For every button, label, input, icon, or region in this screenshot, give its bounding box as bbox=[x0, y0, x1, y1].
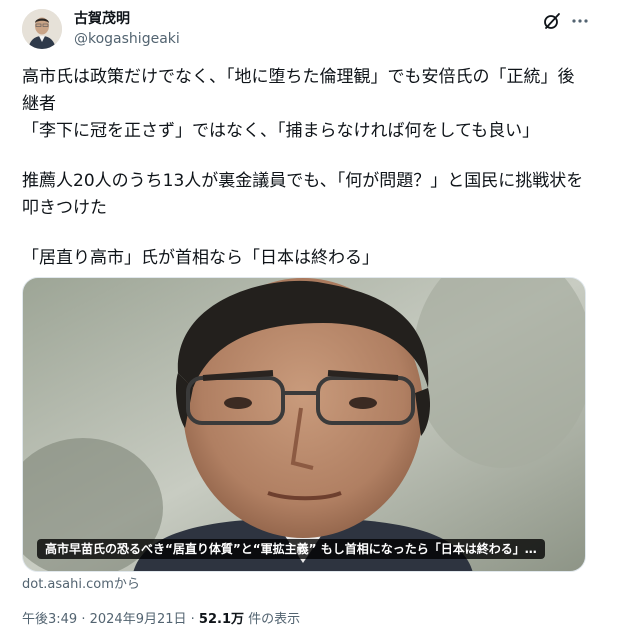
tweet-text: 高市氏は政策だけでなく、「地に堕ちた倫理観」でも安倍氏の「正統」後 継者 「李下… bbox=[22, 64, 597, 272]
tweet-date[interactable]: 2024年9月21日 bbox=[90, 612, 187, 627]
grok-icon[interactable] bbox=[542, 11, 562, 31]
tweet-line: 叩きつけた bbox=[22, 198, 107, 218]
author-name[interactable]: 古賀茂明 bbox=[74, 9, 130, 29]
views-count: 52.1万 bbox=[198, 612, 244, 627]
tweet-meta: 午後3:49 · 2024年9月21日 · 52.1万 件の表示 bbox=[22, 611, 300, 629]
tweet-line: 「李下に冠を正さず」ではなく、「捕まらなければ何をしても良い」 bbox=[22, 121, 540, 141]
tweet-time[interactable]: 午後3:49 bbox=[22, 612, 77, 627]
tweet-line: 継者 bbox=[22, 94, 56, 114]
meta-separator: · bbox=[77, 612, 90, 627]
card-source[interactable]: dot.asahi.comから bbox=[22, 576, 140, 594]
tweet: 古賀茂明 @kogashigeaki 高市氏は政策だけでなく、「地に堕ちた倫理観… bbox=[0, 0, 619, 635]
avatar[interactable] bbox=[22, 9, 62, 49]
tweet-line: 高市氏は政策だけでなく、「地に堕ちた倫理観」でも安倍氏の「正統」後 bbox=[22, 67, 575, 87]
tweet-line: 推薦人20人のうち13人が裏金議員でも、「何が問題？」と国民に挑戦状を bbox=[22, 171, 584, 191]
author-handle[interactable]: @kogashigeaki bbox=[74, 29, 180, 49]
link-card[interactable]: 高市早苗氏の恐るべき“居直り体質”と“軍拡主義” もし首相になったら「日本は終わ… bbox=[22, 277, 586, 572]
views-label: 件の表示 bbox=[244, 612, 301, 627]
meta-separator: · bbox=[186, 612, 199, 627]
card-photo bbox=[23, 278, 585, 571]
avatar-photo bbox=[22, 9, 62, 49]
tweet-line: 「居直り高市」氏が首相なら「日本は終わる」 bbox=[22, 248, 379, 268]
card-caption: 高市早苗氏の恐るべき“居直り体質”と“軍拡主義” もし首相になったら「日本は終わ… bbox=[37, 539, 545, 559]
more-icon[interactable] bbox=[570, 11, 590, 31]
